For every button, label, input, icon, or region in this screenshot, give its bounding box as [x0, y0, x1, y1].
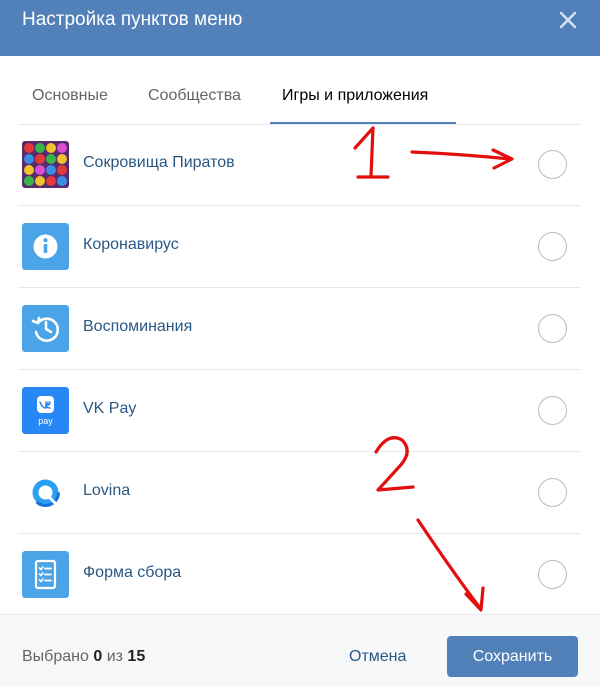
selection-counter: Выбрано 0 из 15: [22, 648, 145, 666]
select-radio[interactable]: [538, 150, 567, 179]
info-icon: [22, 223, 69, 270]
pirate-treasure-game-icon: [22, 141, 69, 188]
app-name[interactable]: Коронавирус: [83, 236, 179, 254]
cancel-button[interactable]: Отмена: [349, 648, 406, 666]
select-radio[interactable]: [538, 232, 567, 261]
lovina-logo-icon: [22, 469, 69, 516]
dialog-header: Настройка пунктов меню: [0, 0, 600, 56]
apps-list: Сокровища Пиратов Коронавирус Воспоминан…: [18, 124, 580, 614]
app-name[interactable]: Воспоминания: [83, 318, 192, 336]
tab-communities[interactable]: Сообщества: [148, 87, 241, 105]
list-item[interactable]: Коронавирус: [18, 206, 580, 288]
counter-mid: из: [106, 648, 123, 665]
dialog-footer: Выбрано 0 из 15 Отмена Сохранить: [0, 614, 600, 687]
history-icon: [22, 305, 69, 352]
list-item[interactable]: Сокровища Пиратов: [18, 124, 580, 206]
vk-pay-icon: pay: [22, 387, 69, 434]
select-radio[interactable]: [538, 314, 567, 343]
form-icon: [22, 551, 69, 598]
tab-bar: Основные Сообщества Игры и приложения: [18, 56, 580, 125]
counter-prefix: Выбрано: [22, 648, 89, 665]
select-radio[interactable]: [538, 560, 567, 589]
app-name[interactable]: Форма сбора: [83, 564, 181, 582]
svg-text:pay: pay: [38, 416, 53, 426]
counter-total: 15: [127, 648, 146, 665]
select-radio[interactable]: [538, 396, 567, 425]
tab-games-apps[interactable]: Игры и приложения: [282, 87, 428, 105]
select-radio[interactable]: [538, 478, 567, 507]
list-item[interactable]: Lovina: [18, 452, 580, 534]
app-name[interactable]: Сокровища Пиратов: [83, 154, 235, 172]
app-name[interactable]: Lovina: [83, 482, 130, 500]
tab-main[interactable]: Основные: [32, 87, 108, 105]
save-button[interactable]: Сохранить: [447, 636, 578, 677]
list-item[interactable]: pay VK Pay: [18, 370, 580, 452]
dialog-title: Настройка пунктов меню: [22, 9, 243, 30]
list-item[interactable]: Форма сбора: [18, 534, 580, 616]
list-item[interactable]: Воспоминания: [18, 288, 580, 370]
app-name[interactable]: VK Pay: [83, 400, 136, 418]
close-icon[interactable]: [556, 8, 580, 32]
counter-selected: 0: [93, 648, 103, 665]
